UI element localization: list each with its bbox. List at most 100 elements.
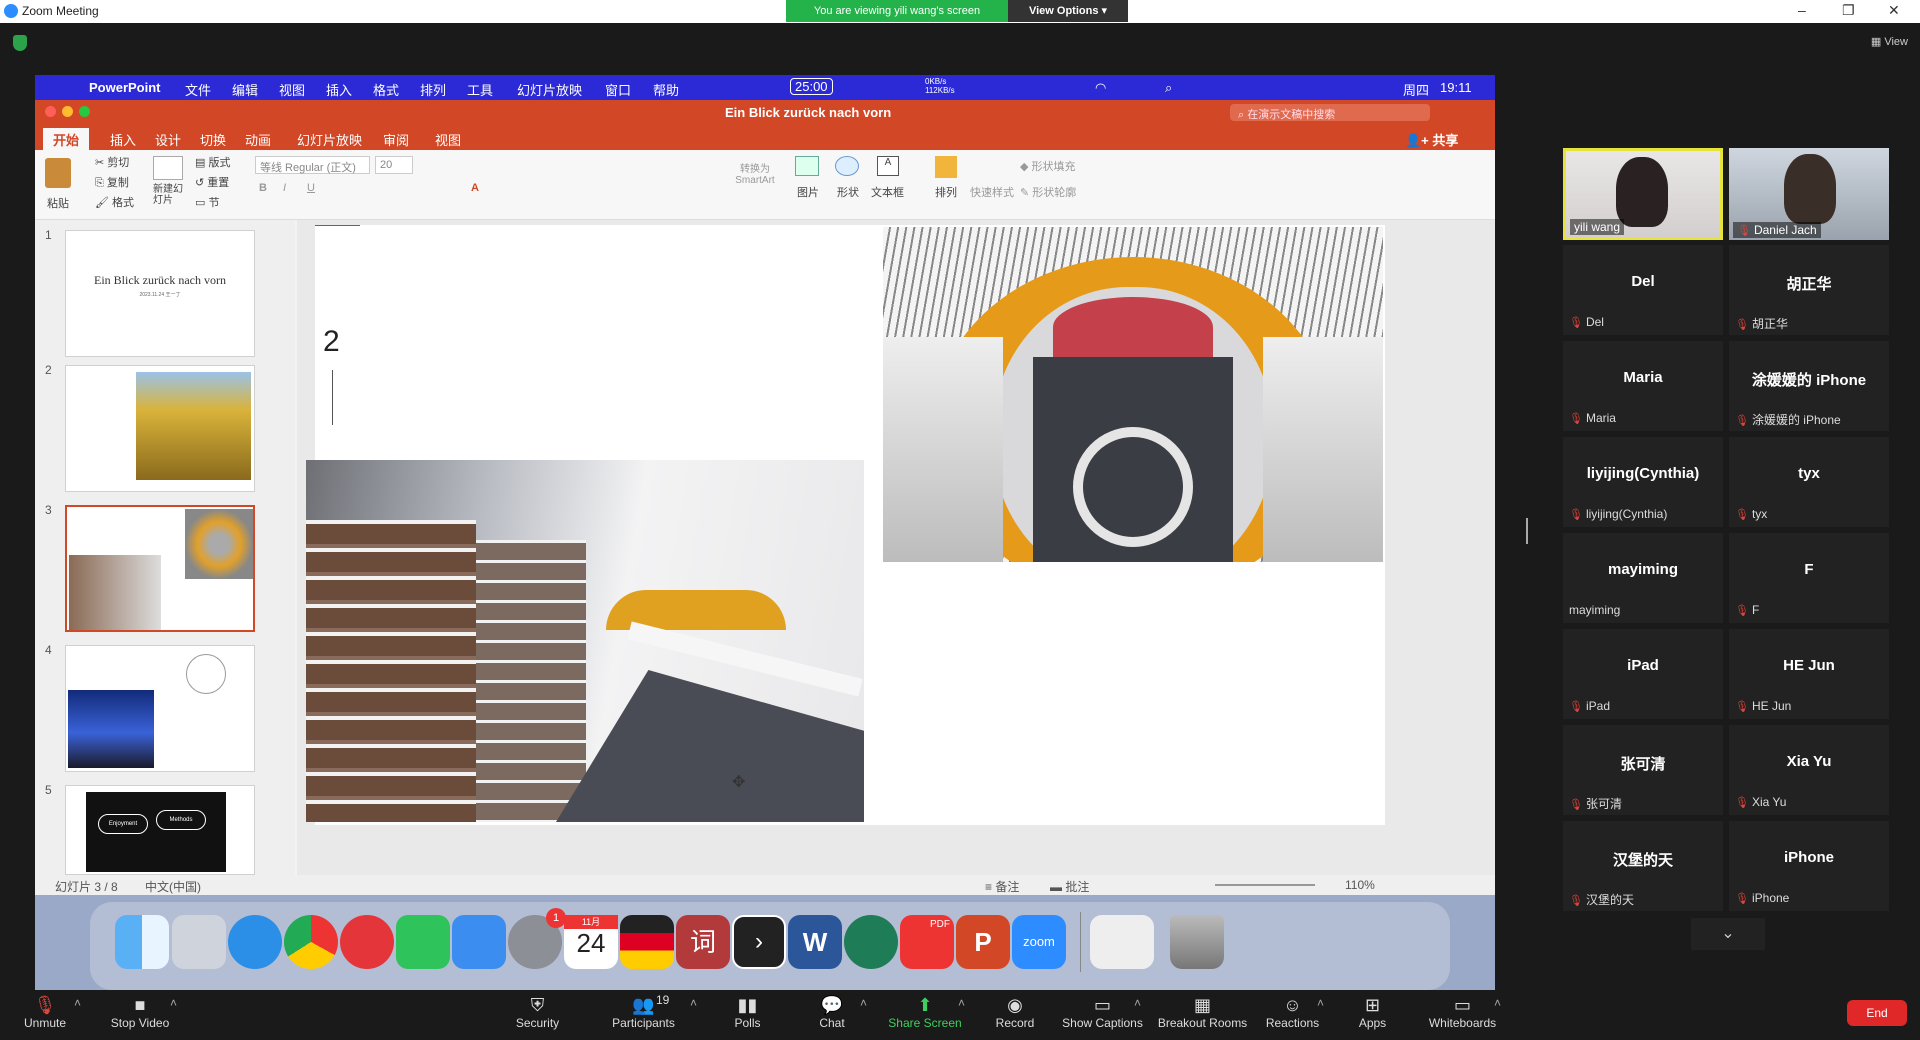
quick-style-label[interactable]: 快速样式 (970, 184, 1014, 200)
participants-chevron-icon[interactable]: ˄ (690, 996, 697, 1010)
end-meeting-button[interactable]: End (1847, 1000, 1907, 1026)
unmute-button[interactable]: 🎙 Unmute (20, 990, 70, 1040)
menu-item[interactable]: 工具 (467, 80, 493, 99)
share-button[interactable]: 👤+ 共享 (1405, 130, 1458, 149)
slide-thumb-1[interactable]: Ein Blick zurück nach vorn 2023.11.24 王一… (65, 230, 255, 357)
share-chevron-icon[interactable]: ˄ (958, 996, 965, 1010)
picture-icon[interactable] (795, 156, 819, 176)
current-slide[interactable]: 2 ✥ (306, 225, 1385, 825)
security-shield-icon[interactable] (13, 35, 27, 51)
audio-options-chevron-icon[interactable]: ˄ (74, 996, 81, 1010)
participant-tile[interactable]: Maria 🎙 Maria (1563, 341, 1723, 431)
zoom-dot-icon[interactable] (79, 106, 90, 117)
menu-item[interactable]: 视图 (279, 80, 305, 99)
launchpad-icon[interactable] (172, 915, 226, 969)
textbox-label[interactable]: 文本框 (871, 184, 904, 200)
slide-thumb-3-selected[interactable] (65, 505, 255, 632)
copy-button[interactable]: ⎘ 复制 (95, 174, 129, 190)
wechat-icon[interactable] (396, 915, 450, 969)
participant-tile[interactable]: 张可清 🎙 张可清 (1563, 725, 1723, 815)
slide-thumb-4[interactable] (65, 645, 255, 772)
menu-item[interactable]: 帮助 (653, 80, 679, 99)
italic-button[interactable]: I (283, 182, 286, 194)
close-button[interactable]: ✕ (1888, 2, 1900, 19)
underline-button[interactable]: U (307, 182, 315, 194)
powerpoint-icon[interactable]: P (956, 915, 1010, 969)
participants-button[interactable]: 👥 Participants (606, 990, 681, 1040)
format-painter-button[interactable]: 🖌 格式 (95, 194, 134, 210)
menu-app-name[interactable]: PowerPoint (89, 80, 161, 95)
shape-label[interactable]: 形状 (837, 184, 859, 200)
zoom-slider[interactable] (1215, 884, 1315, 886)
qq-icon[interactable] (452, 915, 506, 969)
tab-review[interactable]: 审阅 (383, 130, 409, 149)
font-color-button[interactable]: A (471, 182, 479, 194)
safari-icon[interactable] (228, 915, 282, 969)
pdf-icon[interactable]: PDF (900, 915, 954, 969)
participant-tile[interactable]: 胡正华 🎙 胡正华 (1729, 245, 1889, 335)
whiteboards-button[interactable]: ▭ Whiteboards (1425, 990, 1500, 1040)
breakout-rooms-button[interactable]: ▦ Breakout Rooms (1155, 990, 1250, 1040)
search-field[interactable]: ⌕ 在演示文稿中搜索 (1230, 104, 1430, 121)
picture-label[interactable]: 图片 (797, 184, 819, 200)
menu-item[interactable]: 窗口 (605, 80, 631, 99)
timer-badge[interactable]: 25:00 (790, 78, 833, 95)
whiteboards-chevron-icon[interactable]: ˄ (1494, 996, 1501, 1010)
close-dot-icon[interactable] (45, 106, 56, 117)
gallery-scroll-down-icon[interactable]: ⌄ (1691, 918, 1765, 950)
paste-icon[interactable] (45, 158, 71, 188)
tab-slideshow[interactable]: 幻灯片放映 (297, 130, 362, 149)
layout-button[interactable]: ▤ 版式 (195, 154, 230, 170)
menu-item[interactable]: 编辑 (232, 80, 258, 99)
shape-outline-button[interactable]: ✎ 形状轮廓 (1020, 184, 1076, 200)
minimize-dot-icon[interactable] (62, 106, 73, 117)
recent-window-icon[interactable] (1090, 915, 1154, 969)
security-button[interactable]: ⛨ Security (510, 990, 565, 1040)
tab-home[interactable]: 开始 (43, 128, 90, 151)
font-size-select[interactable]: 20 (375, 156, 413, 174)
dictionary-icon[interactable]: 词 (676, 915, 730, 969)
show-captions-button[interactable]: ▭ Show Captions (1060, 990, 1145, 1040)
video-tile[interactable]: 🎙 Daniel Jach (1729, 148, 1889, 240)
calendar-icon[interactable]: 11月 24 (564, 915, 618, 969)
participant-tile[interactable]: liyijing(Cynthia) 🎙 liyijing(Cynthia) (1563, 437, 1723, 527)
stop-video-button[interactable]: ■ Stop Video (105, 990, 175, 1040)
notes-button[interactable]: ≡ 备注 (985, 878, 1019, 895)
paste-label[interactable]: 粘贴 (47, 195, 69, 211)
restore-button[interactable]: ❐ (1842, 2, 1855, 19)
chrome-icon[interactable] (284, 915, 338, 969)
participant-tile[interactable]: iPhone 🎙 iPhone (1729, 821, 1889, 911)
video-options-chevron-icon[interactable]: ˄ (170, 996, 177, 1010)
menu-item[interactable]: 幻灯片放映 (517, 80, 582, 99)
arrange-label[interactable]: 排列 (935, 184, 957, 200)
view-options-button[interactable]: View Options ▾ (1008, 0, 1128, 22)
font-select[interactable]: 等线 Regular (正文) (255, 156, 370, 174)
finder-icon[interactable] (115, 915, 169, 969)
menu-item[interactable]: 排列 (420, 80, 446, 99)
cut-button[interactable]: ✂ 剪切 (95, 154, 129, 170)
reactions-button[interactable]: ☺ Reactions (1265, 990, 1320, 1040)
new-slide-label[interactable]: 新建幻灯片 (153, 184, 189, 206)
section-button[interactable]: ▭ 节 (195, 194, 219, 210)
menu-item[interactable]: 文件 (185, 80, 211, 99)
participant-tile[interactable]: iPad 🎙 iPad (1563, 629, 1723, 719)
panel-resize-handle[interactable] (1526, 518, 1528, 544)
arrange-icon[interactable] (935, 156, 957, 178)
tab-transitions[interactable]: 切换 (200, 130, 226, 149)
video-tile[interactable]: yili wang (1563, 148, 1723, 240)
textbox-icon[interactable]: A (877, 156, 899, 176)
search-icon[interactable]: ⌕ (1165, 80, 1172, 96)
apps-button[interactable]: ⊞ Apps (1355, 990, 1390, 1040)
maps-icon[interactable] (844, 915, 898, 969)
participant-tile[interactable]: HE Jun 🎙 HE Jun (1729, 629, 1889, 719)
captions-chevron-icon[interactable]: ˄ (1134, 996, 1141, 1010)
new-slide-icon[interactable] (153, 156, 183, 180)
participant-tile[interactable]: 汉堡的天 🎙 汉堡的天 (1563, 821, 1723, 911)
participant-tile[interactable]: F 🎙 F (1729, 533, 1889, 623)
minimize-button[interactable]: – (1798, 2, 1806, 18)
slide-thumb-5[interactable]: Enjoyment Methods (65, 785, 255, 875)
wifi-icon[interactable]: ◠ (1095, 80, 1106, 96)
terminal-app-icon[interactable]: › (732, 915, 786, 969)
menu-item[interactable]: 格式 (373, 80, 399, 99)
participant-tile[interactable]: Xia Yu 🎙 Xia Yu (1729, 725, 1889, 815)
